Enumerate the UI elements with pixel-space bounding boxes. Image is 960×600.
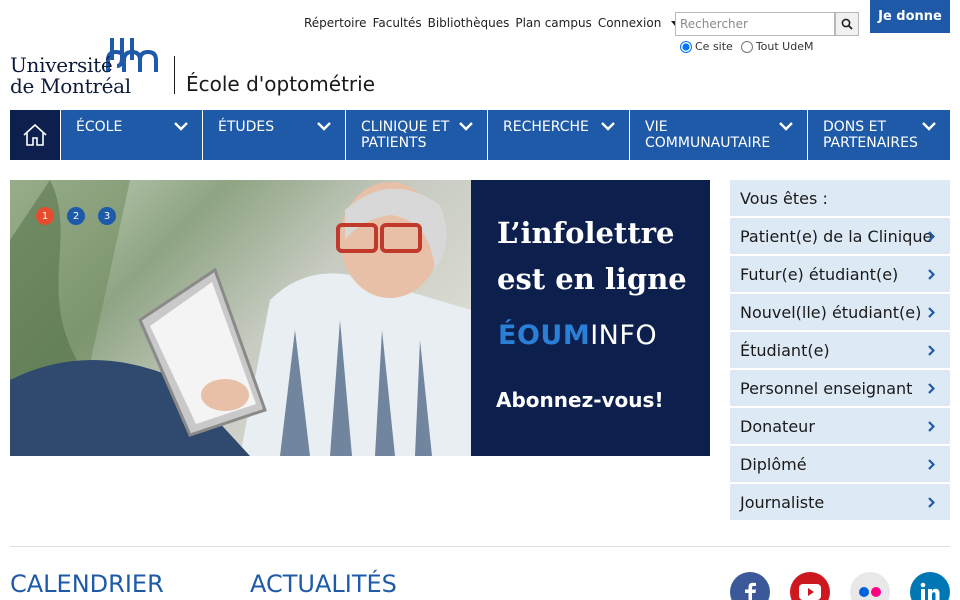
linkedin-link[interactable] [910,572,950,600]
hero-photo: 1 2 3 [10,180,471,456]
logo-divider [174,56,175,94]
scope-site[interactable]: Ce site [680,40,733,53]
carousel-dot[interactable]: 3 [98,207,116,225]
chevron-right-icon [928,269,935,280]
flickr-link[interactable] [850,572,890,600]
donate-button[interactable]: Je donne [870,0,950,33]
carousel-pager: 1 2 3 [36,207,129,225]
chevron-right-icon [928,383,935,394]
audience-item[interactable]: Futur(e) étudiant(e) [730,256,950,292]
link-facultes[interactable]: Facultés [373,16,422,30]
audience-item-label: Journaliste [740,493,825,512]
audience-menu: Vous êtes : Patient(e) de la Clinique Fu… [730,180,950,520]
scope-all[interactable]: Tout UdeM [740,40,814,53]
audience-item-label: Personnel enseignant [740,379,913,398]
youtube-link[interactable] [790,572,830,600]
udem-logo[interactable]: Université de Montréal [10,36,165,98]
chevron-right-icon [928,497,935,508]
hero-headline-line1: L’infolettre [497,216,675,250]
eoum-info-logo: ÉOUMINFO [498,320,657,351]
calendar-heading[interactable]: Calendrier [10,570,164,598]
carousel-dot[interactable]: 1 [36,207,54,225]
nav-clinique[interactable]: Clinique et patients [345,110,487,160]
chevron-right-icon [928,307,935,318]
chevron-down-icon [459,122,473,131]
audience-item[interactable]: Étudiant(e) [730,332,950,368]
facebook-icon [745,582,756,600]
brand-part1: ÉOUM [498,320,591,351]
chevron-down-icon [601,122,615,131]
audience-item[interactable]: Diplômé [730,446,950,482]
scope-all-radio[interactable] [740,40,753,53]
audience-item[interactable]: Patient(e) de la Clinique [730,218,950,254]
news-heading[interactable]: Actualités [250,570,397,598]
logo-line1: Université [10,53,113,77]
nav-vie-label: Vie communautaire [645,119,771,151]
youtube-icon [799,584,821,600]
link-connexion[interactable]: Connexion [598,16,686,30]
home-icon [23,123,47,146]
nav-etudes[interactable]: Études [202,110,345,160]
audience-item-label: Futur(e) étudiant(e) [740,265,899,284]
audience-item[interactable]: Nouvel(lle) étudiant(e) [730,294,950,330]
logo-line2: de Montréal [10,74,131,98]
udem-mark-icon [106,38,158,72]
section-divider [10,546,950,547]
chevron-right-icon [928,231,935,242]
nav-home[interactable] [10,110,60,160]
main-nav: École Études Clinique et patients Recher… [10,110,950,160]
flickr-icon [859,587,881,597]
brand-part2: INFO [590,320,658,351]
chevron-right-icon [928,421,935,432]
nav-recherche-label: Recherche [503,119,589,135]
link-bibliotheques[interactable]: Bibliothèques [428,16,510,30]
audience-title: Vous êtes : [730,180,950,216]
facebook-link[interactable] [730,572,770,600]
audience-item[interactable]: Personnel enseignant [730,370,950,406]
utility-nav: Répertoire Facultés Bibliothèques Plan c… [304,16,691,30]
nav-dons-label: Dons et partenaires [823,119,918,151]
hero-headline: L’infolettre est en ligne [497,210,687,302]
search-input[interactable] [675,12,835,36]
chevron-down-icon [779,122,793,131]
connexion-label: Connexion [597,16,662,30]
audience-item-label: Diplômé [740,455,807,474]
chevron-right-icon [928,459,935,470]
nav-clinique-label: Clinique et patients [361,119,450,151]
scope-site-radio[interactable] [680,40,692,53]
carousel-dot[interactable]: 2 [67,207,85,225]
chevron-right-icon [928,345,935,356]
hero-headline-line2: est en ligne [497,262,687,296]
audience-item-label: Étudiant(e) [740,341,830,360]
chevron-down-icon [317,122,331,131]
nav-vie-communautaire[interactable]: Vie communautaire [629,110,807,160]
school-name[interactable]: École d'optométrie [186,72,375,96]
audience-item[interactable]: Journaliste [730,484,950,520]
nav-recherche[interactable]: Recherche [487,110,629,160]
audience-item-label: Donateur [740,417,815,436]
hero-text-panel: L’infolettre est en ligne ÉOUMINFO Abonn… [471,180,710,456]
nav-ecole-label: École [76,119,123,135]
search-icon [841,18,853,30]
nav-ecole[interactable]: École [60,110,202,160]
hero-carousel[interactable]: 1 2 3 L’infolettre est en ligne ÉOUMINFO… [10,180,710,456]
nav-dons[interactable]: Dons et partenaires [807,110,950,160]
scope-all-label: Tout UdeM [755,40,814,53]
search-button[interactable] [835,12,859,36]
search-scope: Ce site Tout UdeM [680,40,821,53]
audience-item-label: Patient(e) de la Clinique [740,227,933,246]
chevron-down-icon [174,122,188,131]
chevron-down-icon [922,122,936,131]
link-plan-campus[interactable]: Plan campus [515,16,591,30]
linkedin-icon [920,582,940,600]
scope-site-label: Ce site [695,40,733,53]
audience-item-label: Nouvel(lle) étudiant(e) [740,303,922,322]
audience-item[interactable]: Donateur [730,408,950,444]
link-repertoire[interactable]: Répertoire [304,16,367,30]
subscribe-link[interactable]: Abonnez-vous! [496,388,664,412]
nav-etudes-label: Études [218,119,275,135]
